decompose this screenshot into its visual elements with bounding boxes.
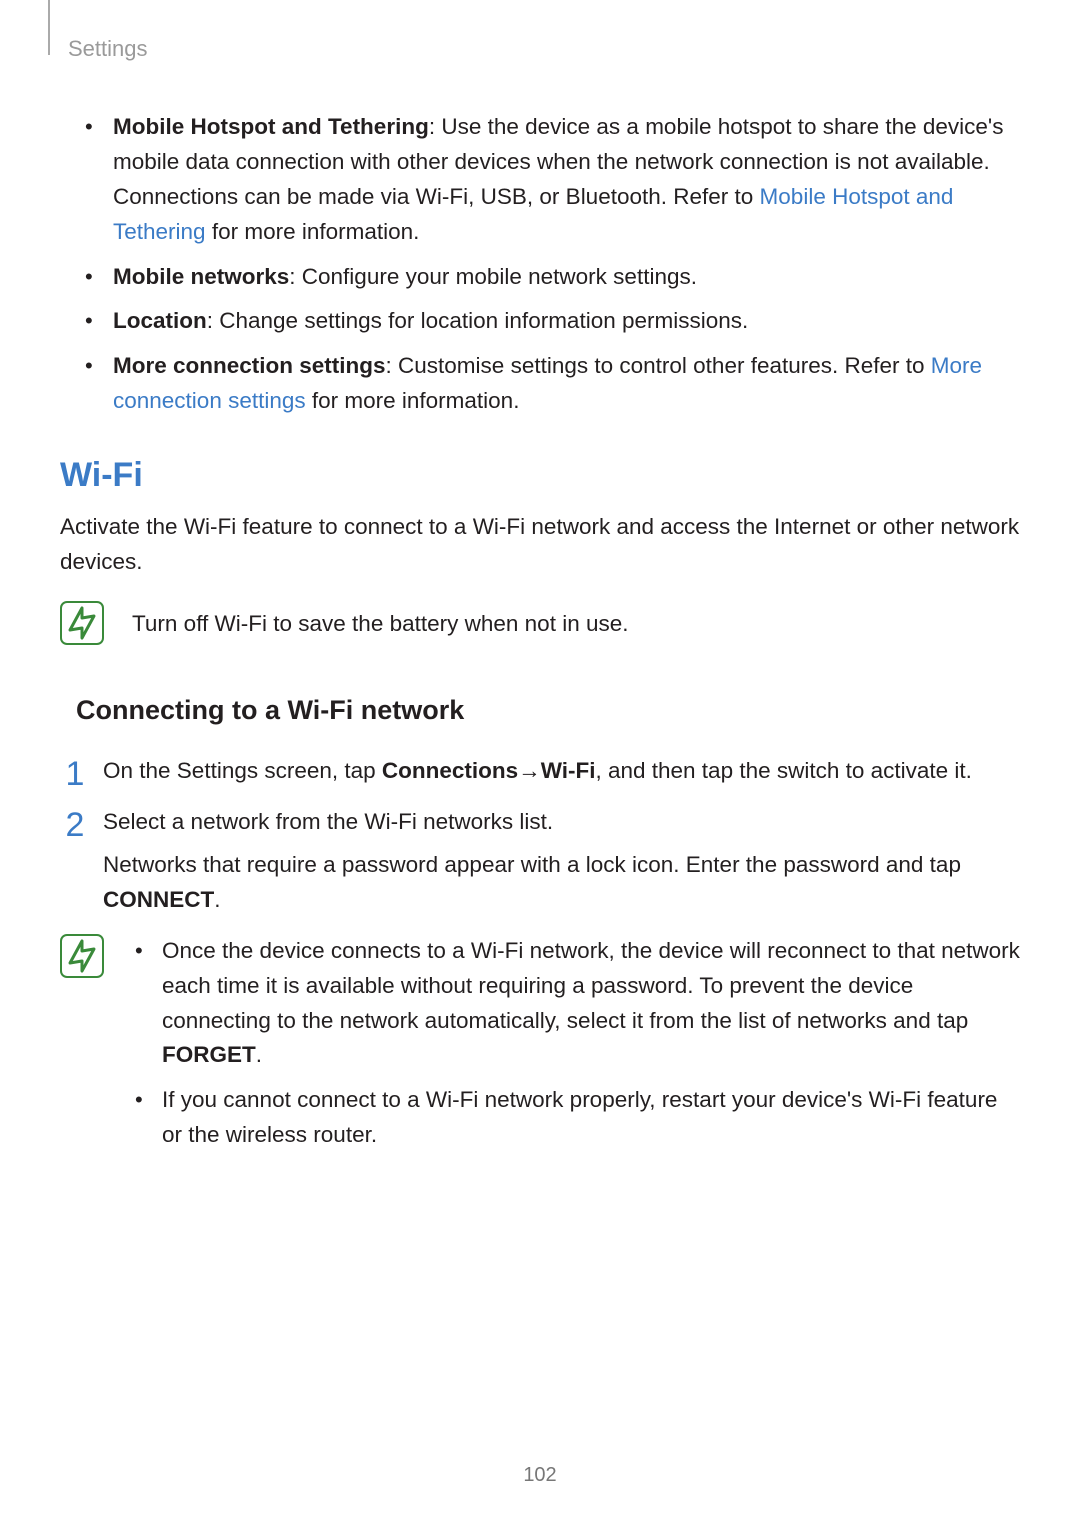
forget-label: FORGET [162,1042,256,1067]
step2-post: . [214,887,220,912]
steps-list: On the Settings screen, tap Connections … [60,754,1020,918]
bullet-tail: for more information. [306,388,520,413]
step2-pre: Networks that require a password appear … [103,852,961,877]
bullet-text: : Change settings for location informati… [207,308,749,333]
heading-wifi: Wi-Fi [60,449,1020,502]
bullet-location: Location: Change settings for location i… [60,304,1020,339]
note-icon [60,601,104,645]
step1-wifi: Wi-Fi [541,758,596,783]
step1-post: , and then tap the switch to activate it… [595,758,971,783]
header-divider [48,0,50,55]
page-header: Settings [60,18,1020,68]
bullet-more-connections: More connection settings: Customise sett… [60,349,1020,419]
tip-forget-post: . [256,1042,262,1067]
content-area: Mobile Hotspot and Tethering: Use the de… [60,110,1020,1163]
step2-body: Networks that require a password appear … [103,848,1020,918]
tip-row-wifi-notes: Once the device connects to a Wi-Fi netw… [60,934,1020,1163]
bullet-text: : Configure your mobile network settings… [289,264,697,289]
arrow-icon: → [518,754,541,789]
tip-item-restart: If you cannot connect to a Wi-Fi network… [132,1083,1020,1153]
tip-text: Turn off Wi-Fi to save the battery when … [132,601,1020,642]
step1-connections: Connections [382,758,518,783]
feature-bullet-list: Mobile Hotspot and Tethering: Use the de… [60,110,1020,419]
step1-pre: On the Settings screen, tap [103,758,382,783]
tip-forget-pre: Once the device connects to a Wi-Fi netw… [162,938,1020,1033]
step-2: Select a network from the Wi-Fi networks… [60,805,1020,918]
bullet-mobile-networks: Mobile networks: Configure your mobile n… [60,260,1020,295]
subheading-connecting: Connecting to a Wi-Fi network [76,690,1020,732]
bullet-text: : Customise settings to control other fe… [386,353,931,378]
manual-page: Settings Mobile Hotspot and Tethering: U… [0,0,1080,1527]
wifi-intro: Activate the Wi-Fi feature to connect to… [60,510,1020,580]
bullet-label: Mobile networks [113,264,289,289]
tip-item-forget: Once the device connects to a Wi-Fi netw… [132,934,1020,1074]
note-icon [60,934,104,978]
bullet-label: More connection settings [113,353,386,378]
step-1: On the Settings screen, tap Connections … [60,754,1020,789]
bullet-label: Mobile Hotspot and Tethering [113,114,429,139]
tip-row-battery: Turn off Wi-Fi to save the battery when … [60,601,1020,645]
tip-content: Once the device connects to a Wi-Fi netw… [132,934,1020,1163]
bullet-label: Location [113,308,207,333]
step2-line1: Select a network from the Wi-Fi networks… [103,805,1020,840]
page-number: 102 [0,1464,1080,1487]
connect-label: CONNECT [103,887,214,912]
section-title: Settings [68,36,148,62]
bullet-mobile-hotspot: Mobile Hotspot and Tethering: Use the de… [60,110,1020,250]
tip-restart-text: If you cannot connect to a Wi-Fi network… [162,1087,997,1147]
bullet-tail: for more information. [206,219,420,244]
tip-sub-bullets: Once the device connects to a Wi-Fi netw… [132,934,1020,1153]
